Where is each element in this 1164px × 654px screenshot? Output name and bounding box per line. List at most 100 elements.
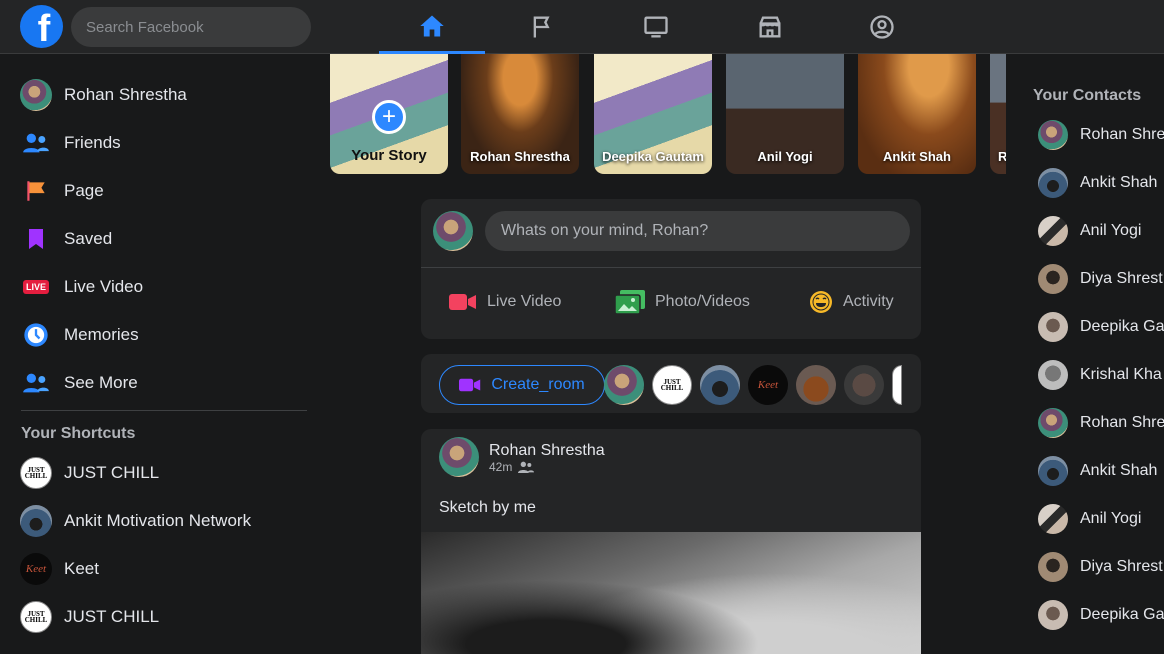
flag-icon bbox=[533, 16, 550, 38]
avatar[interactable] bbox=[439, 437, 479, 477]
contact-name: Anil Yogi bbox=[1080, 222, 1142, 239]
avatar bbox=[1038, 216, 1068, 246]
room-contact-avatar[interactable] bbox=[604, 365, 644, 405]
create-room-button[interactable]: Create_room bbox=[439, 365, 605, 405]
group-avatar: Keet bbox=[20, 553, 52, 585]
story-card[interactable]: Rohan Shrestha bbox=[461, 54, 579, 174]
contacts-sidebar: Your Contacts Rohan Shre Ankit Shah Anil… bbox=[1012, 54, 1164, 654]
shortcut-item[interactable]: JUST CHILL JUST CHILL bbox=[20, 595, 159, 639]
room-contact-avatar[interactable]: Keet bbox=[748, 365, 788, 405]
contact-name: Ankit Shah bbox=[1080, 462, 1158, 479]
rooms-bar: Create_room JUST CHILL Keet bbox=[421, 354, 921, 413]
tab-profile[interactable] bbox=[829, 0, 935, 54]
sidebar-item-see-more[interactable]: See More bbox=[20, 361, 138, 405]
room-contact-avatar[interactable]: JUST CHILL bbox=[652, 365, 692, 405]
story-name: Rohan Shrestha bbox=[470, 149, 570, 164]
sidebar-item-page[interactable]: Page bbox=[20, 169, 104, 213]
sidebar-divider bbox=[21, 410, 307, 411]
avatar bbox=[1038, 264, 1068, 294]
shortcut-item[interactable]: Ankit Motivation Network bbox=[20, 499, 251, 543]
shortcut-label: JUST CHILL bbox=[64, 463, 160, 482]
tab-marketplace[interactable] bbox=[717, 0, 823, 54]
action-label: Photo/Videos bbox=[655, 293, 750, 310]
sidebar-item-friends[interactable]: Friends bbox=[20, 121, 121, 165]
story-name: Your Story bbox=[351, 147, 427, 164]
photo-icon bbox=[615, 290, 645, 314]
contact-item[interactable]: Diya Shrest bbox=[1038, 259, 1163, 299]
action-label: Live Video bbox=[487, 293, 562, 310]
search-input[interactable] bbox=[71, 7, 311, 47]
avatar bbox=[1038, 552, 1068, 582]
people-icon bbox=[20, 367, 52, 399]
contact-item[interactable]: Anil Yogi bbox=[1038, 211, 1141, 251]
story-name: R bbox=[998, 149, 1006, 164]
story-card[interactable]: Deepika Gautam bbox=[594, 54, 712, 174]
story-name: Anil Yogi bbox=[757, 149, 813, 164]
post-image[interactable] bbox=[421, 532, 921, 654]
room-contact-avatar[interactable] bbox=[844, 365, 884, 405]
shortcut-item[interactable]: JUST CHILL JUST CHILL bbox=[20, 451, 159, 495]
whats-on-your-mind-input[interactable]: Whats on your mind, Rohan? bbox=[485, 211, 910, 251]
story-card-your-story[interactable]: + Your Story bbox=[330, 54, 448, 174]
contact-item[interactable]: Rohan Shre bbox=[1038, 115, 1164, 155]
friends-icon bbox=[20, 127, 52, 159]
contact-item[interactable]: Krishal Kha bbox=[1038, 355, 1162, 395]
avatar bbox=[1038, 600, 1068, 630]
contact-item[interactable]: Deepika Ga bbox=[1038, 307, 1164, 347]
shortcut-item[interactable]: Keet Keet bbox=[20, 547, 99, 591]
sidebar-item-live-video[interactable]: LIVE Live Video bbox=[20, 265, 143, 309]
live-badge: LIVE bbox=[22, 280, 49, 294]
feed-post: Rohan Shrestha 42m Sketch by me bbox=[421, 429, 921, 654]
room-contact-avatar[interactable] bbox=[700, 365, 740, 405]
avatar[interactable] bbox=[433, 211, 473, 251]
tv-icon bbox=[644, 16, 668, 38]
avatar bbox=[1038, 408, 1068, 438]
tab-home[interactable] bbox=[379, 0, 485, 54]
flag-icon bbox=[20, 175, 52, 207]
sidebar-item-label: Live Video bbox=[64, 277, 144, 296]
create-room-label: Create_room bbox=[491, 376, 585, 393]
contact-item[interactable]: Ankit Shah bbox=[1038, 451, 1157, 491]
bookmark-icon bbox=[20, 223, 52, 255]
post-text: Sketch by me bbox=[439, 499, 536, 516]
story-card[interactable]: Anil Yogi bbox=[726, 54, 844, 174]
contact-name: Diya Shrest bbox=[1080, 558, 1163, 575]
contact-item[interactable]: Anil Yogi bbox=[1038, 499, 1141, 539]
contact-item[interactable]: Deepika Ga bbox=[1038, 595, 1164, 635]
contact-name: Ankit Shah bbox=[1080, 174, 1158, 191]
add-story-icon[interactable]: + bbox=[372, 100, 406, 134]
activity-button[interactable]: Activity bbox=[809, 289, 894, 315]
avatar bbox=[20, 79, 52, 111]
group-avatar bbox=[20, 505, 52, 537]
avatar bbox=[1038, 504, 1068, 534]
post-composer: Whats on your mind, Rohan? Live Video Ph… bbox=[421, 199, 921, 339]
sidebar-item-memories[interactable]: Memories bbox=[20, 313, 139, 357]
tab-pages[interactable] bbox=[490, 0, 596, 54]
group-avatar: JUST CHILL bbox=[20, 601, 52, 633]
contact-item[interactable]: Diya Shrest bbox=[1038, 547, 1163, 587]
tab-watch[interactable] bbox=[603, 0, 709, 54]
sidebar-item-saved[interactable]: Saved bbox=[20, 217, 112, 261]
live-video-button[interactable]: Live Video bbox=[449, 289, 561, 315]
contact-name: Deepika Ga bbox=[1080, 318, 1164, 335]
room-contact-avatar[interactable] bbox=[892, 365, 902, 405]
story-card[interactable]: Ankit Shah bbox=[858, 54, 976, 174]
stories-row: + Your Story Rohan Shrestha Deepika Gaut… bbox=[328, 54, 1006, 180]
photo-videos-button[interactable]: Photo/Videos bbox=[615, 289, 750, 315]
post-author[interactable]: Rohan Shrestha bbox=[489, 442, 605, 460]
post-meta: 42m bbox=[489, 460, 535, 474]
sidebar-item-profile[interactable]: Rohan Shrestha bbox=[20, 73, 187, 117]
action-label: Activity bbox=[843, 293, 894, 310]
avatar bbox=[1038, 168, 1068, 198]
contact-item[interactable]: Rohan Shre bbox=[1038, 403, 1164, 443]
post-time[interactable]: 42m bbox=[489, 460, 512, 474]
facebook-logo[interactable]: f bbox=[20, 5, 63, 48]
story-card[interactable]: R bbox=[990, 54, 1006, 174]
room-contact-avatar[interactable] bbox=[796, 365, 836, 405]
contact-item[interactable]: Ankit Shah bbox=[1038, 163, 1157, 203]
sidebar-item-label: Saved bbox=[64, 229, 113, 248]
smile-icon bbox=[810, 291, 832, 313]
contact-name: Deepika Ga bbox=[1080, 606, 1164, 623]
story-name: Ankit Shah bbox=[883, 149, 951, 164]
contact-name: Rohan Shre bbox=[1080, 414, 1164, 431]
